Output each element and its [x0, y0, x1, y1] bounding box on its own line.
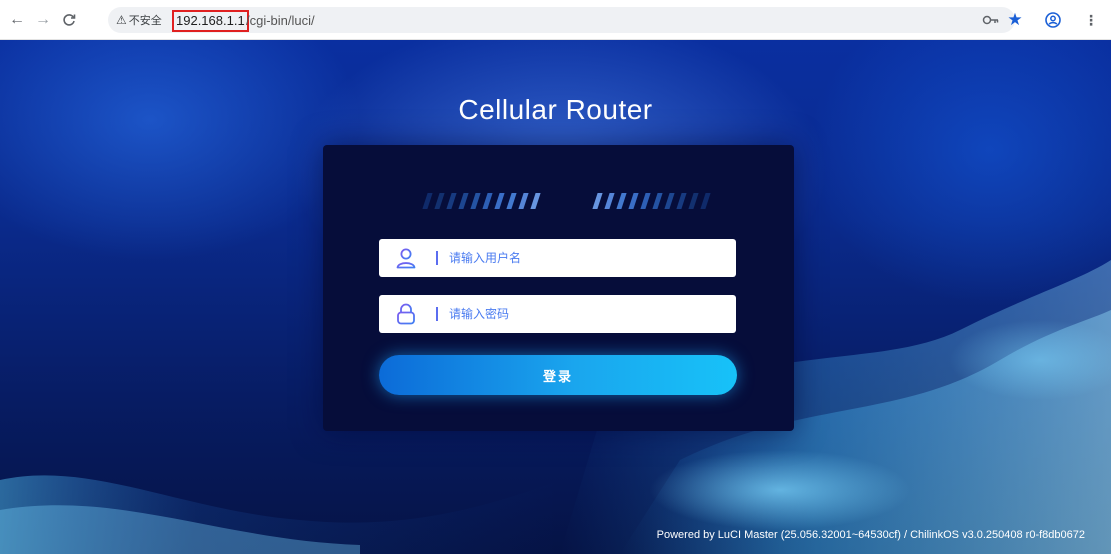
user-icon: [396, 248, 416, 269]
more-menu-icon[interactable]: ⋮: [1080, 9, 1102, 31]
login-button[interactable]: 登录: [379, 355, 737, 395]
page-title: Cellular Router: [458, 94, 653, 125]
url-host: 192.168.1.1: [172, 10, 249, 32]
password-field[interactable]: [379, 295, 736, 333]
forward-arrow-icon[interactable]: →: [32, 9, 54, 31]
login-page: Cellular Router 请输入用户名 登录 Powered by LuC…: [0, 40, 1111, 554]
footer-powered-by: Powered by LuCI Master (25.056.32001~645…: [656, 529, 1085, 541]
lock-icon: [397, 303, 415, 325]
reload-icon[interactable]: [58, 9, 80, 31]
username-input[interactable]: [449, 248, 719, 268]
password-input[interactable]: [449, 304, 719, 324]
field-separator: [436, 251, 438, 265]
warning-icon: ⚠: [116, 13, 127, 27]
bookmark-star-icon[interactable]: ★: [1004, 9, 1026, 31]
back-arrow-icon[interactable]: ←: [6, 9, 28, 31]
profile-icon[interactable]: [1042, 9, 1064, 31]
login-card: 登录: [323, 145, 794, 431]
security-warning[interactable]: ⚠ 不安全: [116, 11, 162, 29]
browser-toolbar: ← → ⚠ 不安全 192.168.1.1 /cgi-bin/luci/ ★ ⋮: [0, 0, 1111, 40]
security-label: 不安全: [128, 15, 162, 27]
address-bar[interactable]: ⚠ 不安全 192.168.1.1 /cgi-bin/luci/: [108, 7, 1015, 33]
username-field[interactable]: [379, 239, 736, 277]
decorative-stripes-right: [591, 193, 721, 209]
url-path: /cgi-bin/luci/: [246, 13, 315, 28]
field-separator: [436, 307, 438, 321]
password-key-icon[interactable]: [980, 9, 1002, 31]
decorative-stripes-left: [421, 193, 551, 209]
